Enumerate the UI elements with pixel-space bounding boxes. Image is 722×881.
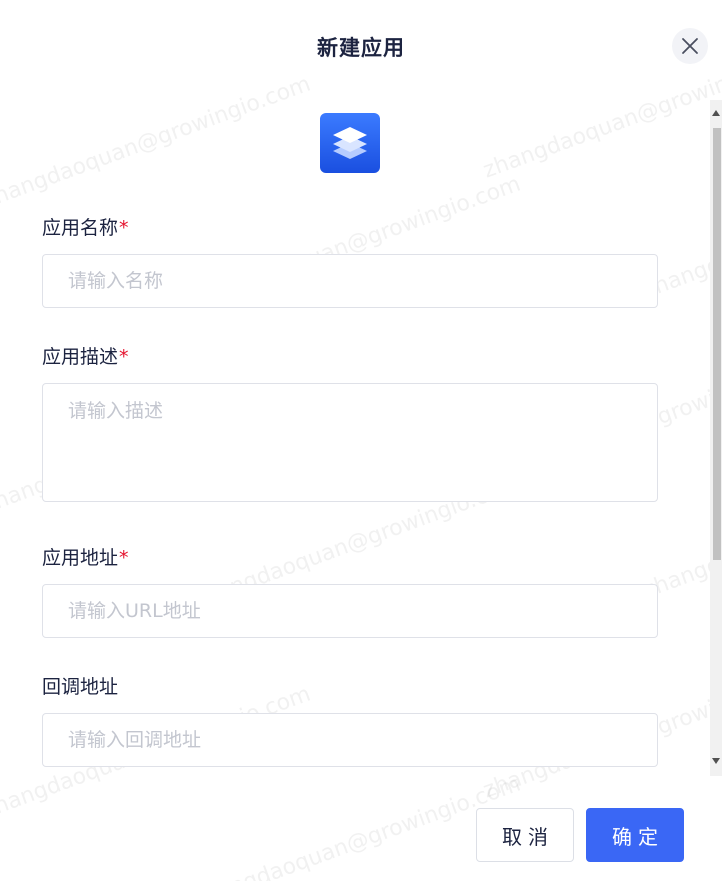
- callback-input[interactable]: [42, 713, 658, 767]
- form-scroll-area: 应用名称* 应用描述* 应用地址* 回调地址: [0, 100, 722, 776]
- close-icon: [682, 38, 698, 54]
- cancel-button[interactable]: 取消: [476, 808, 574, 862]
- confirm-button[interactable]: 确定: [586, 808, 684, 862]
- layers-icon: [333, 127, 367, 159]
- description-label: 应用描述*: [42, 346, 129, 368]
- scrollbar[interactable]: [710, 100, 722, 776]
- name-label: 应用名称*: [42, 217, 129, 239]
- description-input[interactable]: [42, 383, 658, 502]
- scroll-thumb[interactable]: [713, 128, 721, 560]
- new-app-dialog: zhangdaoquan@growingio.com zhangdaoquan@…: [0, 0, 722, 881]
- url-input[interactable]: [42, 584, 658, 638]
- name-input[interactable]: [42, 254, 658, 308]
- required-mark: *: [119, 547, 129, 569]
- watermark: zhangdaoquan@growingio.com: [190, 771, 524, 881]
- scroll-up-arrow-icon[interactable]: [712, 110, 720, 116]
- scroll-down-arrow-icon[interactable]: [712, 758, 720, 764]
- dialog-title: 新建应用: [317, 36, 405, 60]
- required-mark: *: [119, 217, 129, 239]
- required-mark: *: [119, 346, 129, 368]
- callback-label: 回调地址: [42, 676, 119, 698]
- app-icon[interactable]: [320, 113, 380, 173]
- close-button[interactable]: [672, 28, 708, 64]
- url-label: 应用地址*: [42, 547, 129, 569]
